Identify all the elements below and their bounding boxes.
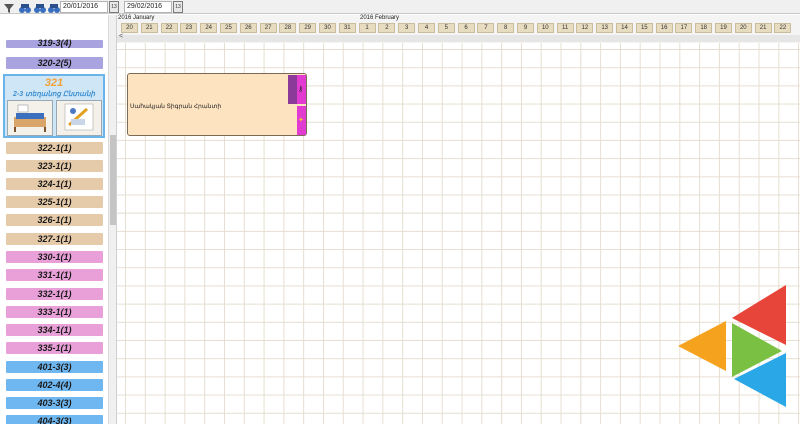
room-item[interactable]: 332-1(1) (6, 288, 103, 300)
day-cell[interactable]: 13 (596, 23, 614, 33)
room-item[interactable]: 402-4(4) (6, 379, 103, 391)
room-item[interactable]: 403-3(3) (6, 397, 103, 409)
month-label: 2016 January (118, 15, 155, 21)
day-cell[interactable]: 15 (635, 23, 653, 33)
room-list-scrollbar[interactable] (108, 15, 116, 424)
star-icon: ✦ (298, 117, 304, 124)
room-item-selected[interactable]: 321 2-3 տեղանոց Ընտանի (3, 74, 105, 138)
booking-guest-name: Սահակյան Տիգրան Հրանտի (130, 104, 222, 110)
room-item[interactable]: 322-1(1) (6, 142, 103, 154)
room-item[interactable]: 331-1(1) (6, 269, 103, 281)
scrollbar-thumb[interactable] (110, 135, 116, 225)
day-cell[interactable]: 3 (398, 23, 416, 33)
binoculars-icon[interactable] (47, 1, 61, 13)
date-from-calendar-button[interactable]: 13 (109, 1, 119, 13)
room-type-label: 2-3 տեղանոց Ընտանի (13, 91, 95, 98)
room-item[interactable]: 404-3(3) (6, 415, 103, 424)
date-to-calendar-button[interactable]: 13 (173, 1, 183, 13)
day-cell[interactable]: 20 (121, 23, 138, 33)
day-cell[interactable]: 25 (220, 23, 237, 33)
toolbar: 20/01/2016 13 29/02/2016 13 (0, 0, 800, 14)
room-item[interactable]: 330-1(1) (6, 251, 103, 263)
day-cell[interactable]: 30 (319, 23, 336, 33)
binoculars-icon[interactable] (18, 1, 32, 13)
room-photo (7, 100, 53, 136)
day-cell[interactable]: 4 (418, 23, 435, 33)
date-from-field[interactable]: 20/01/2016 (60, 1, 108, 13)
day-cell[interactable]: 12 (576, 23, 594, 33)
day-cell[interactable]: 24 (200, 23, 218, 33)
day-cell[interactable]: 20 (734, 23, 752, 33)
day-cell[interactable]: 18 (695, 23, 713, 33)
day-cell[interactable]: 1 (358, 23, 376, 33)
day-cell[interactable]: 2 (378, 23, 396, 33)
day-cell[interactable]: 11 (556, 23, 574, 33)
day-cell[interactable]: 5 (437, 23, 455, 33)
day-cell[interactable]: 22 (160, 23, 178, 33)
filter-icon[interactable] (3, 1, 17, 13)
room-item[interactable]: 319-3(4) (6, 39, 103, 48)
day-cell[interactable]: 28 (279, 23, 297, 33)
timeline-header: 2016 January 2016 February 20 21 22 23 24 25 2… (117, 15, 800, 43)
day-cell[interactable]: 7 (477, 23, 495, 33)
day-cell[interactable]: 23 (180, 23, 198, 33)
day-cell[interactable]: 26 (239, 23, 257, 33)
day-cell[interactable]: 14 (616, 23, 633, 33)
day-cell[interactable]: 17 (675, 23, 693, 33)
day-cell[interactable]: 27 (259, 23, 277, 33)
room-item[interactable]: 323-1(1) (6, 160, 103, 172)
day-cell[interactable]: 29 (299, 23, 317, 33)
scroll-left-arrow[interactable]: < (119, 33, 123, 40)
day-cell[interactable]: 16 (655, 23, 673, 33)
key-icon: ⚷ (298, 86, 304, 93)
room-item[interactable]: 334-1(1) (6, 324, 103, 336)
room-item[interactable]: 401-3(3) (6, 361, 103, 373)
room-item[interactable]: 320-2(5) (6, 57, 103, 69)
timeline-scrollbar[interactable]: < (117, 33, 800, 42)
day-cell[interactable]: 10 (536, 23, 554, 33)
day-cell[interactable]: 21 (140, 23, 158, 33)
room-item[interactable]: 335-1(1) (6, 342, 103, 354)
room-item[interactable]: 327-1(1) (6, 233, 103, 245)
room-item[interactable]: 326-1(1) (6, 214, 103, 226)
day-cell[interactable]: 19 (715, 23, 732, 33)
day-cell[interactable]: 31 (338, 23, 356, 33)
room-photo (56, 100, 102, 136)
binoculars-icon[interactable] (33, 1, 47, 13)
day-cell[interactable]: 21 (754, 23, 772, 33)
room-number: 321 (44, 77, 64, 89)
room-item[interactable]: 333-1(1) (6, 306, 103, 318)
room-item[interactable]: 325-1(1) (6, 196, 103, 208)
hotel-scheduler-window: 20/01/2016 13 29/02/2016 13 319-3(4) 320… (0, 0, 800, 424)
booking-block[interactable]: Սահակյան Տիգրան Հրանտի ⚷ ✦ (127, 73, 307, 136)
day-cell[interactable]: 22 (774, 23, 792, 33)
day-cell[interactable]: 6 (457, 23, 475, 33)
date-to-field[interactable]: 29/02/2016 (124, 1, 172, 13)
day-cell[interactable]: 9 (517, 23, 534, 33)
company-logo (676, 283, 788, 409)
day-cell[interactable]: 8 (497, 23, 515, 33)
booking-status-tag[interactable]: ✦ (297, 106, 306, 135)
room-list: 319-3(4) 320-2(5) 321 2-3 տեղանոց Ընտանի (0, 15, 117, 424)
month-label: 2016 February (360, 15, 400, 21)
room-item[interactable]: 324-1(1) (6, 178, 103, 190)
booking-status-tag[interactable]: ⚷ (297, 75, 306, 104)
